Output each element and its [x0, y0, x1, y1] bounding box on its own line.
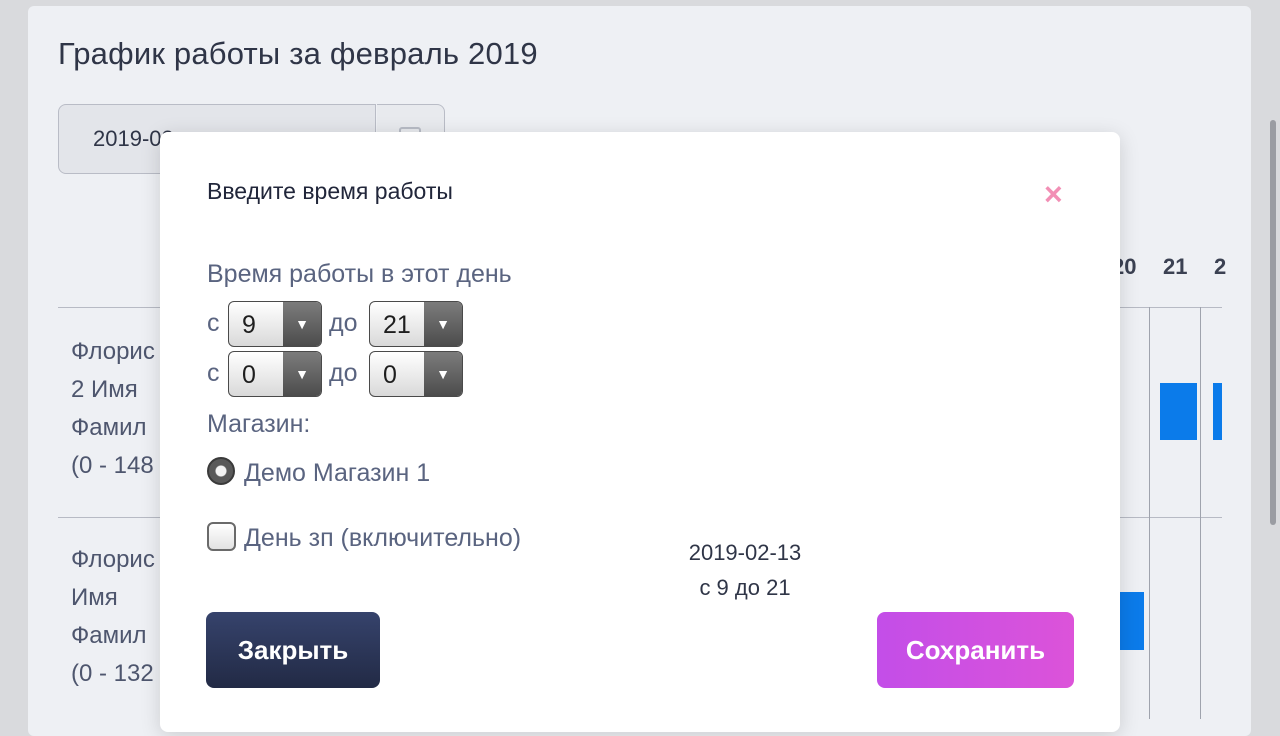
column-divider — [1149, 307, 1150, 719]
day-header-21: 21 — [1163, 254, 1188, 279]
employee-1-line: Флорис — [71, 338, 155, 365]
store-radio[interactable] — [207, 457, 235, 485]
store-option-label: Демо Магазин 1 — [244, 459, 431, 487]
summary-date: 2019-02-13 — [688, 540, 802, 565]
employee-1-info: Флорис 2 Имя Фамил (0 - 148 — [71, 333, 155, 485]
to-hour-value-2: 0 — [383, 361, 397, 389]
chevron-down-icon: ▼ — [424, 352, 462, 396]
column-divider — [1200, 307, 1201, 719]
page-title: График работы за февраль 2019 — [58, 36, 538, 71]
shift-bar[interactable] — [1118, 592, 1144, 650]
store-label: Магазин: — [207, 410, 311, 438]
summary-time: с 9 до 21 — [699, 575, 791, 600]
time-row-1: с 9 ▼ до 21 ▼ — [207, 301, 627, 347]
employee-2-line: (0 - 132 — [71, 660, 154, 687]
to-hour-value-1: 21 — [383, 311, 411, 339]
payday-checkbox[interactable] — [207, 522, 236, 551]
from-label: с — [207, 309, 220, 337]
day-header-22: 2 — [1214, 254, 1227, 279]
employee-1-line: 2 Имя — [71, 376, 138, 403]
work-time-modal: Введите время работы × Время работы в эт… — [160, 132, 1120, 732]
employee-2-line: Флорис — [71, 546, 155, 573]
chevron-down-icon: ▼ — [283, 352, 321, 396]
chevron-down-icon: ▼ — [424, 302, 462, 346]
to-hour-select-2[interactable]: 0 ▼ — [369, 351, 463, 397]
shift-bar[interactable] — [1213, 383, 1222, 440]
payday-label: День зп (включительно) — [244, 524, 522, 552]
from-hour-select-1[interactable]: 9 ▼ — [228, 301, 322, 347]
from-hour-value-2: 0 — [242, 361, 256, 389]
from-hour-select-2[interactable]: 0 ▼ — [228, 351, 322, 397]
to-label: до — [329, 309, 358, 337]
page-scrollbar[interactable] — [1270, 120, 1276, 525]
close-icon[interactable]: × — [1044, 178, 1063, 210]
from-hour-value-1: 9 — [242, 311, 256, 339]
employee-2-info: Флорис Имя Фамил (0 - 132 — [71, 541, 155, 693]
time-row-2: с 0 ▼ до 0 ▼ — [207, 351, 627, 397]
employee-1-line: (0 - 148 — [71, 452, 154, 479]
to-label: до — [329, 359, 358, 387]
modal-title: Введите время работы — [207, 178, 453, 204]
save-button[interactable]: Сохранить — [877, 612, 1074, 688]
work-time-label: Время работы в этот день — [207, 260, 512, 288]
chevron-down-icon: ▼ — [283, 302, 321, 346]
employee-2-line: Фамил — [71, 622, 147, 649]
close-button[interactable]: Закрыть — [206, 612, 380, 688]
employee-1-line: Фамил — [71, 414, 147, 441]
employee-2-line: Имя — [71, 584, 118, 611]
to-hour-select-1[interactable]: 21 ▼ — [369, 301, 463, 347]
shift-bar[interactable] — [1160, 383, 1197, 440]
from-label: с — [207, 359, 220, 387]
